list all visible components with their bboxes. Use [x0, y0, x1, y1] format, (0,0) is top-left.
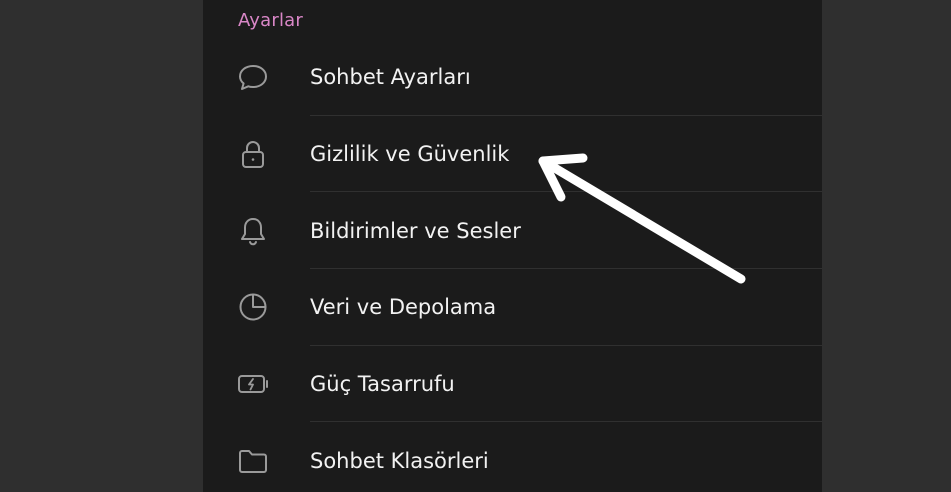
battery-charging-icon: [236, 367, 270, 401]
section-title: Ayarlar: [238, 10, 304, 31]
settings-panel: Ayarlar Sohbet Ayarları Gizlilik ve Güve…: [203, 0, 822, 492]
settings-item-label: Bildirimler ve Sesler: [310, 218, 521, 243]
settings-item-privacy-security[interactable]: Gizlilik ve Güvenlik: [203, 116, 822, 193]
settings-list: Sohbet Ayarları Gizlilik ve Güvenlik Bil…: [203, 39, 822, 492]
settings-item-label: Güç Tasarrufu: [310, 372, 455, 397]
settings-item-label: Gizlilik ve Güvenlik: [310, 142, 510, 167]
bell-icon: [236, 214, 270, 248]
folder-icon: [236, 444, 270, 478]
lock-icon: [236, 137, 270, 171]
settings-item-label: Sohbet Klasörleri: [310, 448, 489, 473]
pie-chart-icon: [236, 290, 270, 324]
settings-item-label: Veri ve Depolama: [310, 295, 497, 320]
settings-item-power-saving[interactable]: Güç Tasarrufu: [203, 346, 822, 423]
settings-item-label: Sohbet Ayarları: [310, 65, 471, 90]
settings-item-data-storage[interactable]: Veri ve Depolama: [203, 269, 822, 346]
settings-item-notifications-sounds[interactable]: Bildirimler ve Sesler: [203, 192, 822, 270]
settings-item-chat-folders[interactable]: Sohbet Klasörleri: [203, 422, 822, 492]
settings-item-chat-settings[interactable]: Sohbet Ayarları: [203, 39, 822, 116]
chat-bubble-icon: [236, 60, 270, 94]
